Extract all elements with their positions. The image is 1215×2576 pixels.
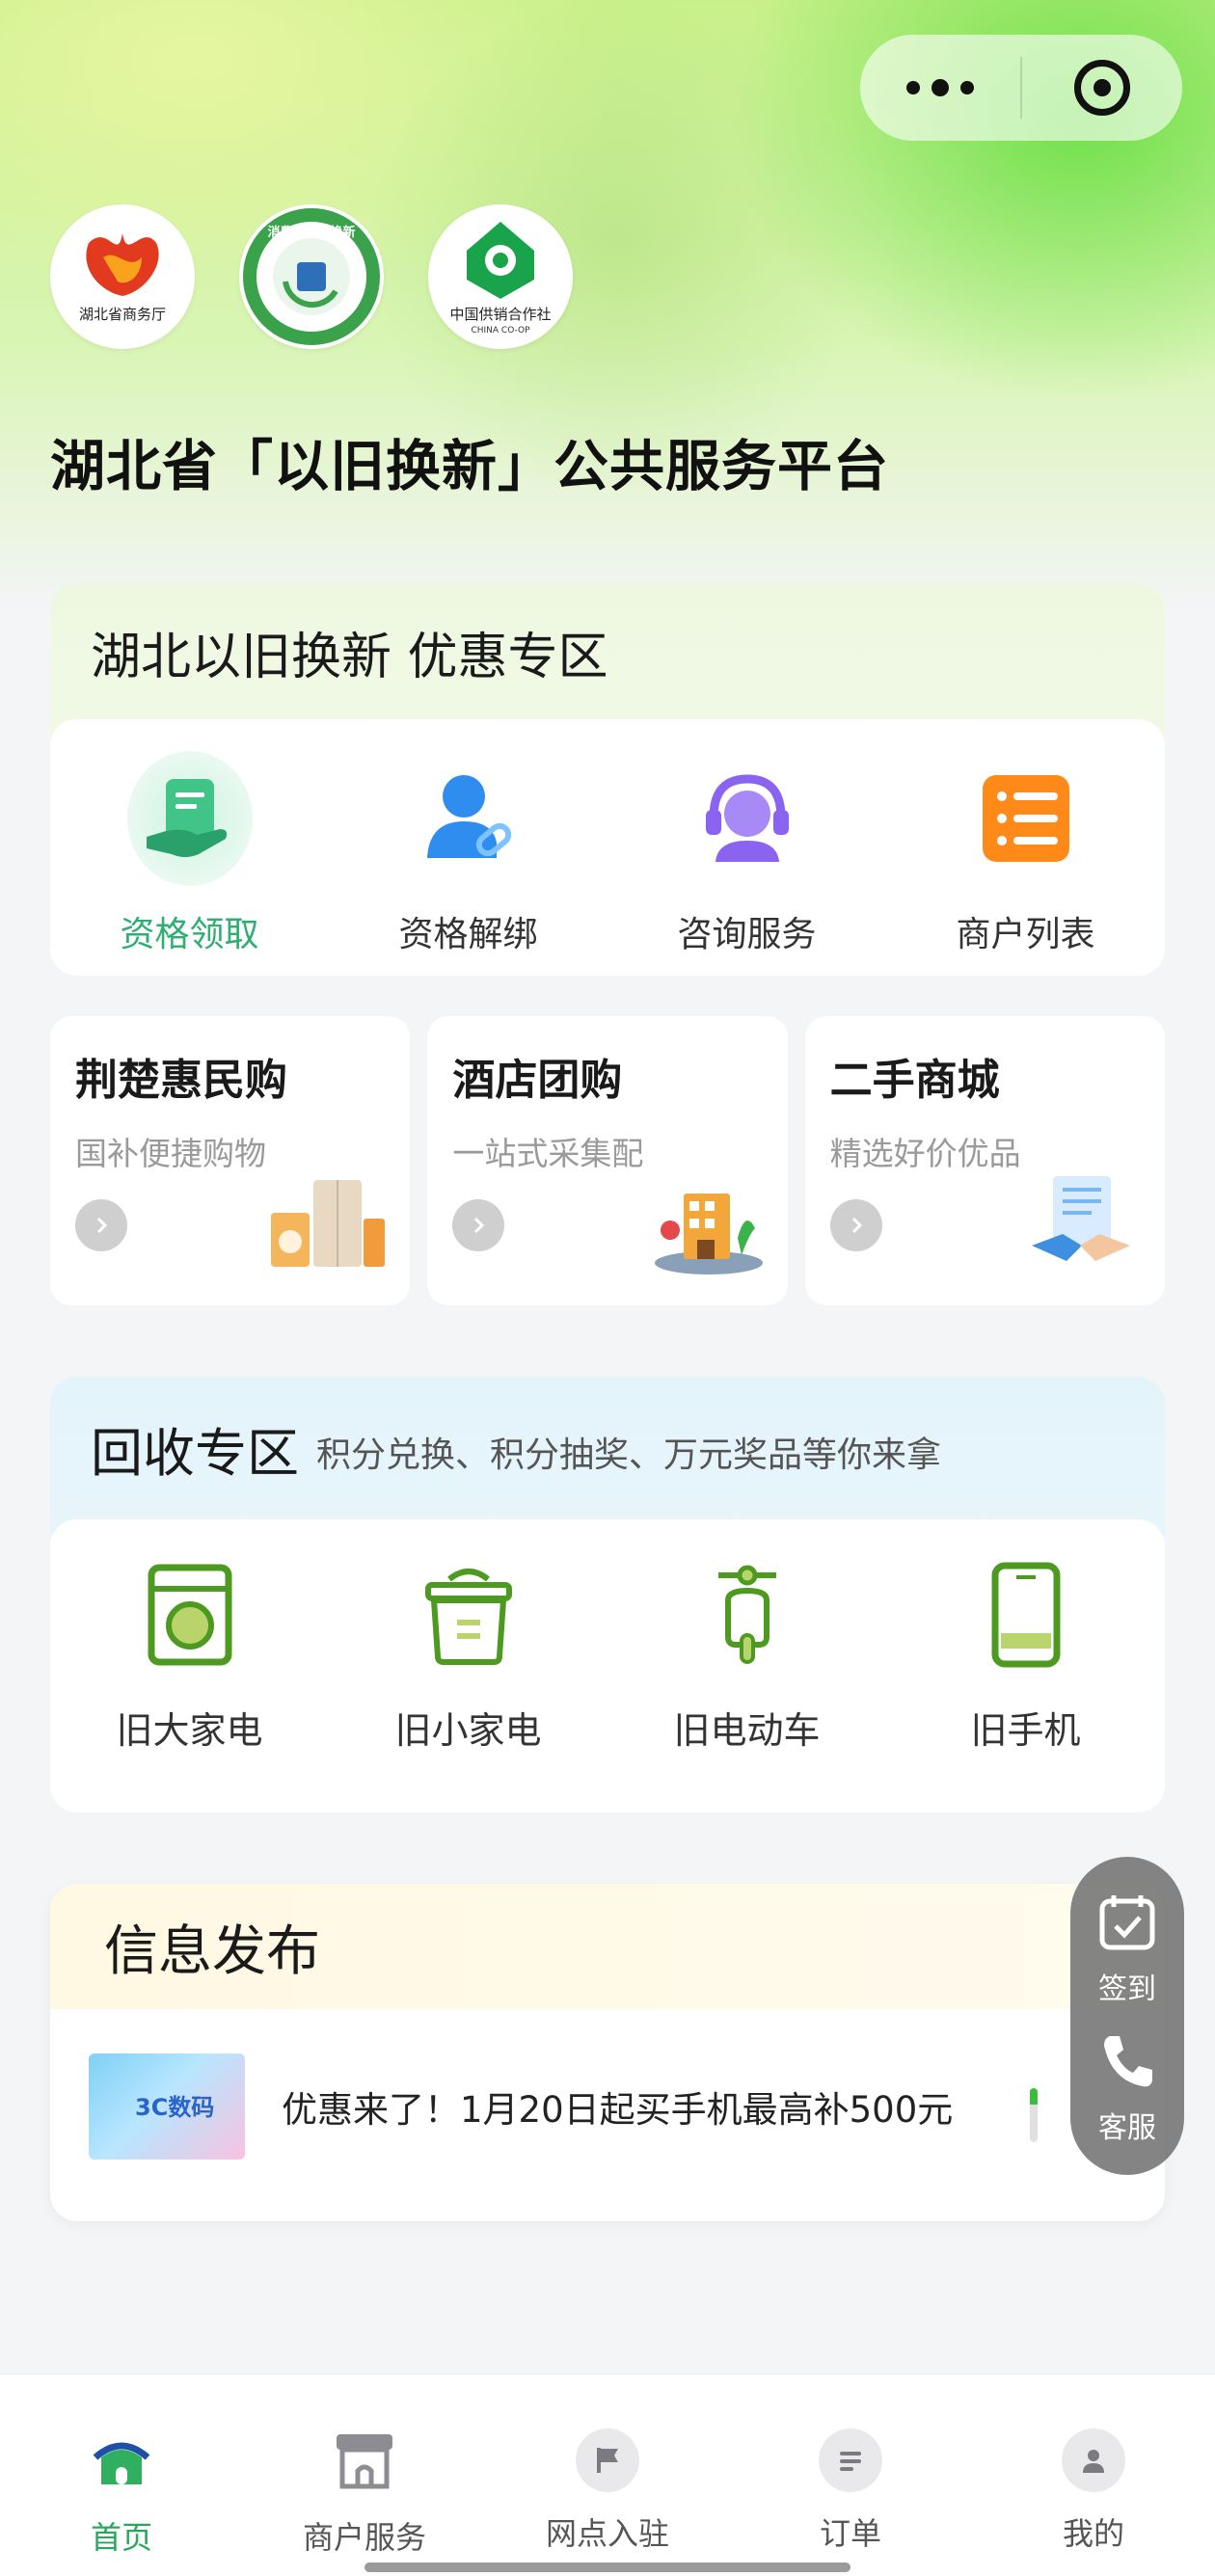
tab-home[interactable]: 首页	[0, 2375, 243, 2576]
discount-items: 资格领取 资格解绑 咨询服务 商户列表	[50, 719, 1165, 976]
discount-item-label: 资格领取	[120, 915, 259, 954]
tile-subtitle: 一站式采集配	[452, 1135, 644, 1172]
recycle-zone: 回收专区 积分兑换、积分抽奖、万元奖品等你来拿 旧大家电 旧小家电 旧电动车 旧…	[50, 1377, 1165, 1812]
chevron-right-icon[interactable]	[75, 1199, 127, 1251]
recycle-ebike-button[interactable]: 旧电动车	[608, 1519, 886, 1812]
calendar-check-icon	[1096, 1892, 1158, 1957]
news-item[interactable]: 3C数码 优惠来了！1月20日起买手机最高补500元	[89, 2053, 953, 2160]
tab-label: 商户服务	[302, 2519, 426, 2556]
feature-tiles: 荆楚惠民购 国补便捷购物 酒店团购 一站式采集配 二手商城 精选好价优品	[50, 1016, 1165, 1305]
more-menu-button[interactable]	[860, 35, 1020, 141]
miniprogram-capsule	[860, 35, 1182, 141]
target-icon	[1074, 60, 1130, 116]
chevron-right-icon[interactable]	[452, 1199, 505, 1251]
tile-subtitle: 精选好价优品	[829, 1135, 1021, 1172]
tab-label: 网点入驻	[545, 2515, 669, 2552]
hubei-commerce-logo: 湖北省商务厅	[50, 204, 195, 349]
discount-item-label: 咨询服务	[677, 915, 817, 954]
recycle-items: 旧大家电 旧小家电 旧电动车 旧手机	[50, 1519, 1165, 1812]
qualification-claim-button[interactable]: 资格领取	[50, 719, 329, 976]
tile-title: 荆楚惠民购	[75, 1056, 287, 1105]
recycle-phone-button[interactable]: 旧手机	[886, 1519, 1165, 1812]
tile-subtitle: 国补便捷购物	[75, 1135, 266, 1172]
discount-zone: 湖北以旧换新 优惠专区 资格领取 资格解绑 咨询服务 商户列表	[50, 584, 1165, 976]
info-title: 信息发布	[50, 1884, 1165, 2009]
news-scroll-indicator	[1030, 2088, 1038, 2142]
tile-title: 酒店团购	[452, 1056, 623, 1105]
handshake-icon	[1018, 1170, 1144, 1276]
trade-in-program-logo: 消费品以旧换新	[239, 204, 384, 349]
more-dot-icon	[932, 79, 949, 96]
hotel-icon	[641, 1170, 767, 1276]
info-release: 信息发布 3C数码 优惠来了！1月20日起买手机最高补500元	[50, 1884, 1165, 2221]
discount-item-label: 资格解绑	[398, 915, 538, 954]
tile-title: 二手商城	[829, 1056, 1000, 1105]
tab-label: 我的	[1062, 2515, 1124, 2552]
news-thumbnail-label: 3C数码	[135, 2094, 215, 2121]
close-miniprogram-button[interactable]	[1022, 35, 1182, 141]
user-icon	[1062, 2428, 1125, 2492]
tab-label: 订单	[819, 2515, 881, 2552]
tab-merchant-service[interactable]: 商户服务	[243, 2375, 486, 2576]
news-thumbnail: 3C数码	[89, 2053, 245, 2160]
consult-service-button[interactable]: 咨询服务	[608, 719, 886, 976]
shop-icon	[333, 2428, 396, 2496]
bottom-tab-bar: 首页 商户服务 网点入驻 订单 我的	[0, 2374, 1215, 2576]
recycle-large-appliance-button[interactable]: 旧大家电	[50, 1519, 329, 1812]
phone-icon	[978, 1562, 1074, 1672]
floating-actions: 签到 客服	[1070, 1857, 1184, 2175]
chevron-right-icon[interactable]	[829, 1199, 882, 1251]
site-title: 湖北省「以旧换新」公共服务平台	[50, 435, 889, 498]
user-link-icon	[406, 756, 531, 881]
tile-jingchu-shopping[interactable]: 荆楚惠民购 国补便捷购物	[50, 1016, 411, 1305]
customer-service-button[interactable]: 客服	[1070, 2030, 1184, 2146]
tile-hotel-group-buy[interactable]: 酒店团购 一站式采集配	[427, 1016, 788, 1305]
washing-machine-icon	[142, 1562, 238, 1672]
appliances-icon	[263, 1170, 389, 1276]
tab-outlet-register[interactable]: 网点入驻	[486, 2375, 729, 2576]
recycle-item-label: 旧小家电	[394, 1709, 542, 1752]
home-indicator	[364, 2563, 850, 2572]
recycle-item-label: 旧电动车	[673, 1709, 821, 1752]
discount-zone-title: 湖北以旧换新 优惠专区	[91, 628, 608, 686]
china-coop-logo: 中国供销合作社 CHINA CO-OP	[428, 204, 573, 349]
headset-icon	[685, 756, 810, 881]
flag-icon	[576, 2428, 639, 2492]
home-icon	[90, 2428, 153, 2496]
checkin-button[interactable]: 签到	[1070, 1892, 1184, 2007]
recycle-zone-title: 回收专区	[91, 1422, 299, 1484]
more-dot-icon	[960, 81, 974, 94]
service-label: 客服	[1098, 2111, 1156, 2145]
recycle-zone-header: 回收专区 积分兑换、积分抽奖、万元奖品等你来拿	[50, 1377, 1165, 1519]
phone-call-icon	[1096, 2030, 1158, 2096]
recycle-small-appliance-button[interactable]: 旧小家电	[329, 1519, 608, 1812]
tab-mine[interactable]: 我的	[972, 2375, 1215, 2576]
partner-logos: 湖北省商务厅 消费品以旧换新 中国供销合作社 CHINA CO-OP	[50, 204, 573, 349]
list-icon	[963, 756, 1089, 881]
merchant-list-button[interactable]: 商户列表	[886, 719, 1165, 976]
recycle-item-label: 旧大家电	[116, 1709, 263, 1752]
more-dot-icon	[906, 81, 920, 94]
rice-cooker-icon	[420, 1562, 517, 1672]
order-icon	[819, 2428, 882, 2492]
tab-label: 首页	[90, 2519, 152, 2556]
checkin-label: 签到	[1098, 1972, 1156, 2006]
qualification-unbind-button[interactable]: 资格解绑	[329, 719, 608, 976]
hand-card-icon	[126, 751, 253, 886]
recycle-zone-subtitle: 积分兑换、积分抽奖、万元奖品等你来拿	[316, 1436, 942, 1475]
news-title: 优惠来了！1月20日起买手机最高补500元	[282, 2089, 954, 2131]
discount-item-label: 商户列表	[956, 915, 1095, 954]
tab-orders[interactable]: 订单	[729, 2375, 972, 2576]
tile-second-hand-mall[interactable]: 二手商城 精选好价优品	[804, 1016, 1165, 1305]
scooter-icon	[699, 1562, 796, 1672]
recycle-item-label: 旧手机	[970, 1709, 1081, 1752]
